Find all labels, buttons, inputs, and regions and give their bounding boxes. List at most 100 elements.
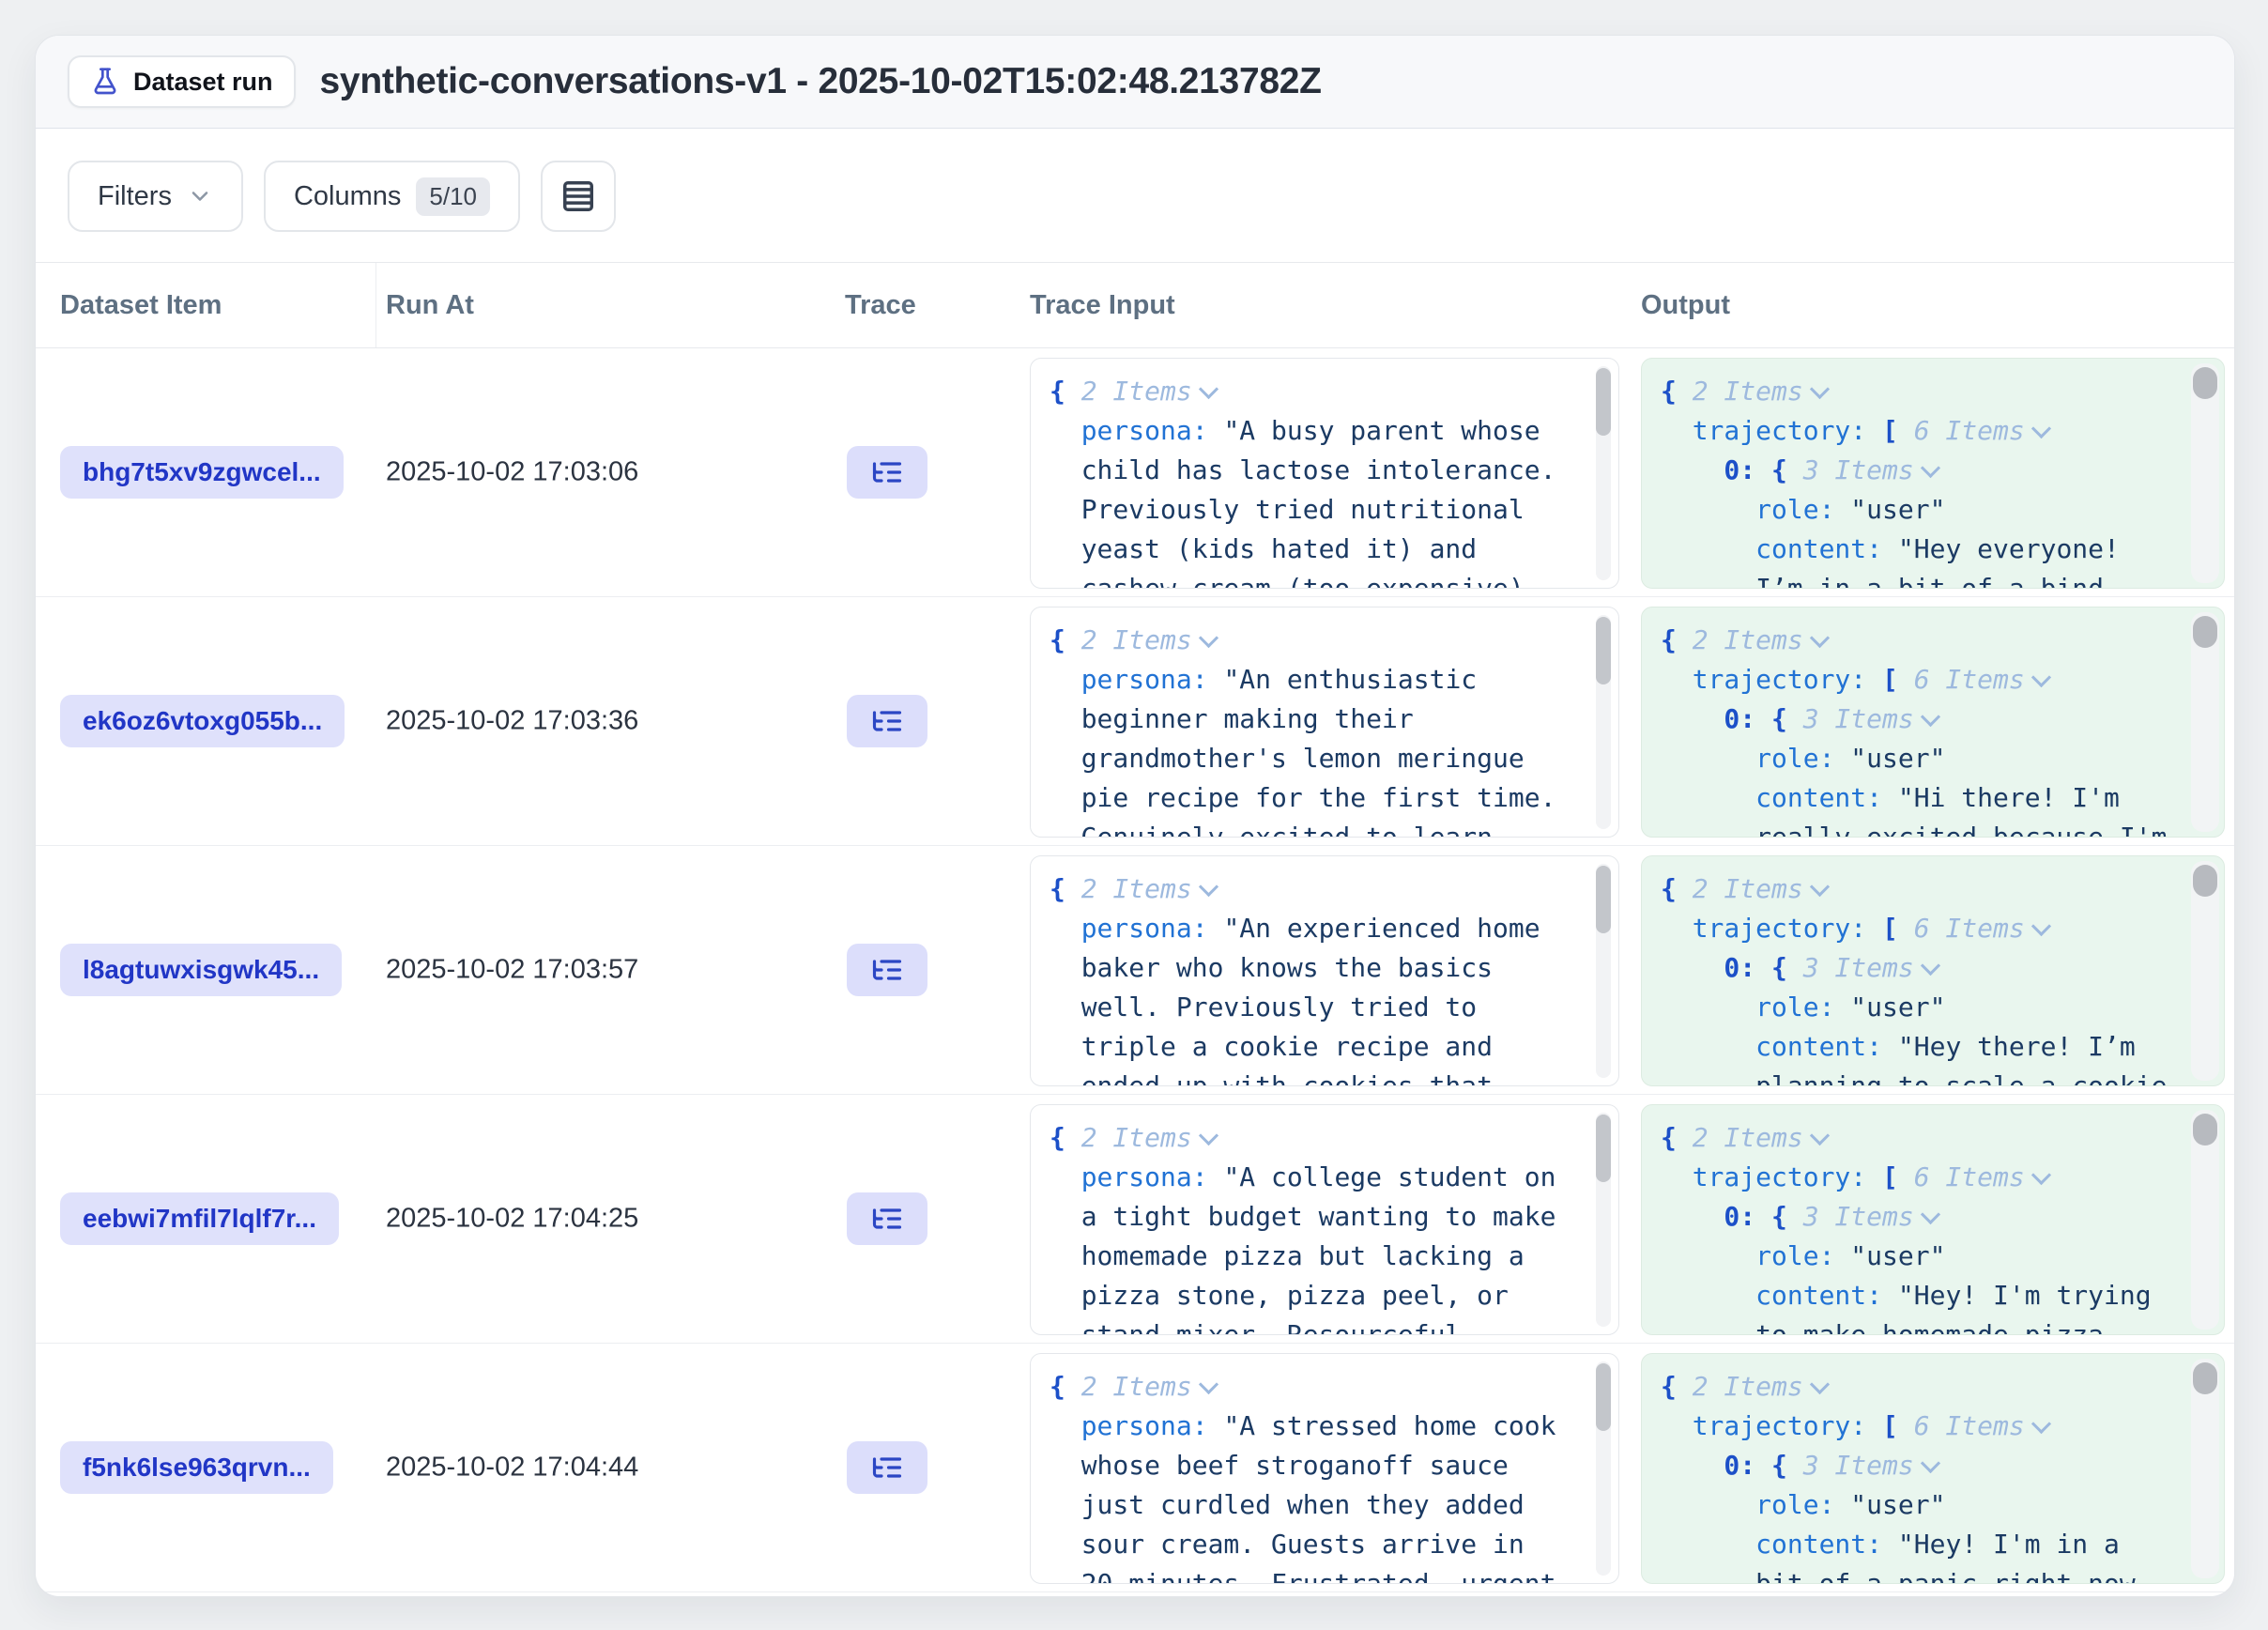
scrollbar[interactable] xyxy=(2191,612,2219,832)
trace-input-json-viewer[interactable]: { 2 Items persona: "A stressed home cook… xyxy=(1030,1353,1619,1584)
chevron-down-icon[interactable] xyxy=(1810,379,1830,399)
chevron-down-icon[interactable] xyxy=(1810,628,1830,648)
scrollbar-thumb[interactable] xyxy=(2193,1362,2217,1394)
json-key: role xyxy=(1755,1240,1818,1271)
scrollbar[interactable] xyxy=(1596,366,1611,580)
output-json-viewer[interactable]: { 2 Items trajectory: [ 6 Items 0: { 3 I… xyxy=(1641,1353,2225,1584)
items-count[interactable]: 6 Items xyxy=(1914,1161,2025,1192)
items-count[interactable]: 2 Items xyxy=(1081,376,1192,407)
scrollbar-thumb[interactable] xyxy=(2193,865,2217,897)
scrollbar[interactable] xyxy=(2191,1110,2219,1330)
items-count[interactable]: 6 Items xyxy=(1914,1410,2025,1441)
json-string-value: "user" xyxy=(1850,1489,1945,1520)
columns-button-label: Columns xyxy=(294,181,401,212)
scrollbar[interactable] xyxy=(1596,1361,1611,1576)
chevron-down-icon[interactable] xyxy=(1810,1375,1830,1394)
chevron-down-icon[interactable] xyxy=(1199,1375,1218,1394)
trace-link-button[interactable] xyxy=(847,944,927,996)
items-count[interactable]: 2 Items xyxy=(1081,1122,1192,1153)
dataset-item-id-badge[interactable]: l8agtuwxisgwk45... xyxy=(60,944,342,996)
chevron-down-icon[interactable] xyxy=(2031,1165,2051,1185)
chevron-down-icon[interactable] xyxy=(1199,1126,1218,1146)
chevron-down-icon[interactable] xyxy=(2031,668,2051,687)
items-count[interactable]: 3 Items xyxy=(1803,952,1914,983)
chevron-down-icon[interactable] xyxy=(1199,877,1218,897)
items-count[interactable]: 2 Items xyxy=(1693,376,1803,407)
trace-link-button[interactable] xyxy=(847,695,927,747)
dataset-run-window: Dataset run synthetic-conversations-v1 -… xyxy=(35,35,2235,1597)
chevron-down-icon[interactable] xyxy=(1921,956,1940,976)
scrollbar-thumb[interactable] xyxy=(1596,866,1611,933)
page-title: synthetic-conversations-v1 - 2025-10-02T… xyxy=(320,61,1322,102)
chevron-down-icon[interactable] xyxy=(1921,707,1940,727)
items-count[interactable]: 3 Items xyxy=(1803,1450,1914,1481)
items-count[interactable]: 2 Items xyxy=(1081,873,1192,904)
items-count[interactable]: 3 Items xyxy=(1803,703,1914,734)
dataset-item-id-badge[interactable]: bhg7t5xv9zgwcel... xyxy=(60,446,344,499)
scrollbar-thumb[interactable] xyxy=(1596,1115,1611,1182)
chevron-down-icon[interactable] xyxy=(1921,458,1940,478)
scrollbar[interactable] xyxy=(2191,1359,2219,1578)
chevron-down-icon[interactable] xyxy=(2031,916,2051,936)
header-run-at: Run At xyxy=(386,263,474,347)
trace-input-json-viewer[interactable]: { 2 Items persona: "A college student on… xyxy=(1030,1104,1619,1335)
dataset-item-id-badge[interactable]: ek6oz6vtoxg055b... xyxy=(60,695,345,747)
output-json-viewer[interactable]: { 2 Items trajectory: [ 6 Items 0: { 3 I… xyxy=(1641,358,2225,589)
scrollbar-thumb[interactable] xyxy=(2193,1114,2217,1146)
columns-button[interactable]: Columns 5/10 xyxy=(264,161,520,232)
scrollbar-thumb[interactable] xyxy=(1596,1363,1611,1431)
trace-link-button[interactable] xyxy=(847,1441,927,1494)
dataset-item-id-badge[interactable]: eebwi7mfil7lqlf7r... xyxy=(60,1192,339,1245)
items-count[interactable]: 2 Items xyxy=(1081,624,1192,655)
filters-button[interactable]: Filters xyxy=(68,161,243,232)
scrollbar-thumb[interactable] xyxy=(1596,617,1611,684)
output-json-viewer[interactable]: { 2 Items trajectory: [ 6 Items 0: { 3 I… xyxy=(1641,855,2225,1086)
scrollbar-thumb[interactable] xyxy=(2193,367,2217,399)
items-count[interactable]: 6 Items xyxy=(1914,913,2025,944)
json-key: persona xyxy=(1081,664,1192,695)
chevron-down-icon[interactable] xyxy=(1921,1205,1940,1224)
scrollbar[interactable] xyxy=(1596,1113,1611,1327)
trace-link-button[interactable] xyxy=(847,446,927,499)
trace-input-json-viewer[interactable]: { 2 Items persona: "An enthusiastic begi… xyxy=(1030,607,1619,838)
chevron-down-icon[interactable] xyxy=(1199,628,1218,648)
chevron-down-icon[interactable] xyxy=(1921,1453,1940,1473)
dataset-item-id-badge[interactable]: f5nk6lse963qrvn... xyxy=(60,1441,333,1494)
chevron-down-icon[interactable] xyxy=(1810,1126,1830,1146)
scrollbar[interactable] xyxy=(2191,363,2219,583)
items-count[interactable]: 2 Items xyxy=(1693,624,1803,655)
scrollbar[interactable] xyxy=(1596,615,1611,829)
items-count[interactable]: 6 Items xyxy=(1914,415,2025,446)
chevron-down-icon[interactable] xyxy=(1810,877,1830,897)
items-count[interactable]: 2 Items xyxy=(1693,1122,1803,1153)
trace-input-json-viewer[interactable]: { 2 Items persona: "A busy parent whose … xyxy=(1030,358,1619,589)
dataset-run-badge[interactable]: Dataset run xyxy=(68,55,296,108)
output-json-viewer[interactable]: { 2 Items trajectory: [ 6 Items 0: { 3 I… xyxy=(1641,1104,2225,1335)
items-count[interactable]: 2 Items xyxy=(1693,873,1803,904)
scrollbar[interactable] xyxy=(2191,861,2219,1081)
output-json-viewer[interactable]: { 2 Items trajectory: [ 6 Items 0: { 3 I… xyxy=(1641,607,2225,838)
chevron-down-icon[interactable] xyxy=(2031,1414,2051,1434)
list-tree-icon xyxy=(870,1202,904,1236)
items-count[interactable]: 3 Items xyxy=(1803,1201,1914,1232)
flask-icon xyxy=(90,67,120,97)
scrollbar-thumb[interactable] xyxy=(2193,616,2217,648)
scrollbar-thumb[interactable] xyxy=(1596,368,1611,436)
header-trace: Trace xyxy=(845,263,916,347)
chevron-down-icon[interactable] xyxy=(2031,419,2051,438)
json-key: trajectory xyxy=(1693,913,1851,944)
items-count[interactable]: 6 Items xyxy=(1914,664,2025,695)
dataset-run-badge-label: Dataset run xyxy=(133,68,273,97)
scrollbar[interactable] xyxy=(1596,864,1611,1078)
row-height-button[interactable] xyxy=(541,161,616,232)
trace-input-json-viewer[interactable]: { 2 Items persona: "An experienced home … xyxy=(1030,855,1619,1086)
table-row: l8agtuwxisgwk45... 2025-10-02 17:03:57 {… xyxy=(36,846,2234,1095)
items-count[interactable]: 3 Items xyxy=(1803,454,1914,485)
items-count[interactable]: 2 Items xyxy=(1081,1371,1192,1402)
json-key: trajectory xyxy=(1693,664,1851,695)
items-count[interactable]: 2 Items xyxy=(1693,1371,1803,1402)
trace-link-button[interactable] xyxy=(847,1192,927,1245)
json-key: persona xyxy=(1081,1161,1192,1192)
chevron-down-icon[interactable] xyxy=(1199,379,1218,399)
json-key: trajectory xyxy=(1693,1410,1851,1441)
